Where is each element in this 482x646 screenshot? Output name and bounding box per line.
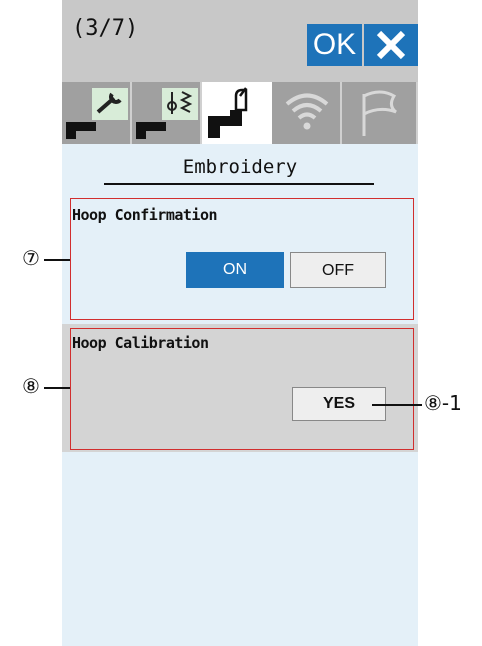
stitch-machine-icon (136, 88, 198, 139)
settings-tabs (62, 82, 418, 144)
wifi-icon (285, 93, 329, 130)
section-title: Embroidery (182, 156, 298, 178)
tab-embroidery-settings[interactable] (202, 82, 272, 144)
annotation-box-8 (70, 328, 414, 450)
wrench-machine-icon (66, 88, 128, 139)
tab-sewing-settings[interactable] (132, 82, 202, 144)
page-indicator: (3/7) (72, 16, 139, 41)
settings-screen: (3/7) OK Embroidery Hoop Confirmation ON… (62, 0, 418, 646)
annotation-box-7 (70, 198, 414, 320)
callout-7: ⑦ (22, 246, 40, 270)
callout-8-1: ⑧-1 (424, 391, 462, 415)
callout-8-1-line (372, 404, 422, 406)
embroidery-machine-icon (208, 87, 248, 138)
tab-language-settings[interactable] (342, 82, 418, 144)
title-underline (104, 183, 374, 185)
callout-8-line (44, 387, 70, 389)
flag-icon (362, 90, 397, 136)
close-x-icon (376, 30, 406, 60)
callout-8: ⑧ (22, 374, 40, 398)
ok-button[interactable]: OK (307, 24, 362, 66)
tab-common-settings[interactable] (62, 82, 132, 144)
top-bar: (3/7) OK (62, 0, 418, 82)
close-button[interactable] (364, 24, 418, 66)
callout-7-line (44, 259, 70, 261)
tab-wifi-settings[interactable] (272, 82, 342, 144)
